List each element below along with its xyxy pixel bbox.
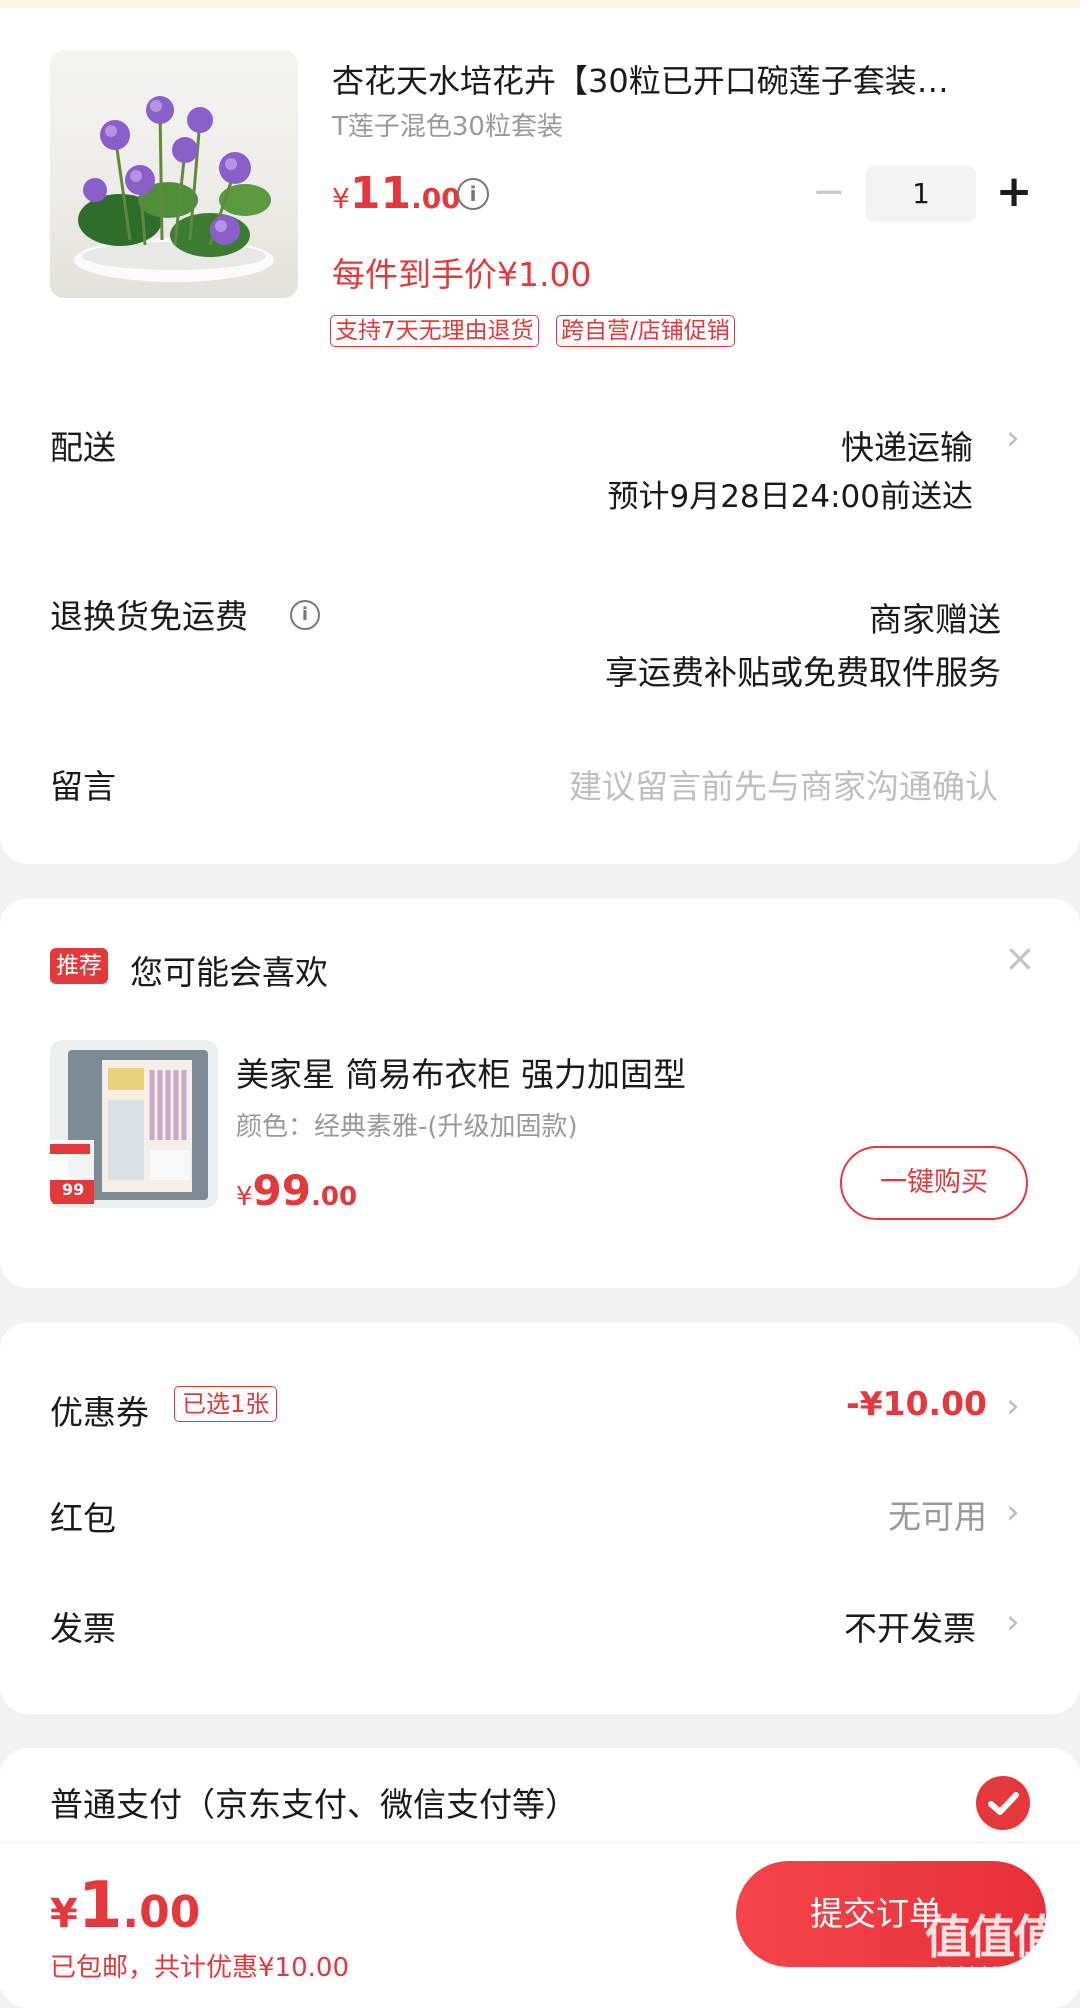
tag-promotion: 跨自营/店铺促销 (556, 315, 735, 347)
invoice-label: 发票 (50, 1609, 116, 1648)
tag-7day-return: 支持7天无理由退货 (330, 315, 539, 347)
recommend-thumbnail[interactable]: 99 (50, 1040, 218, 1208)
payment-method-label[interactable]: 普通支付（京东支付、微信支付等） (50, 1778, 578, 1826)
recommend-title: 您可能会喜欢 (130, 953, 328, 992)
product-price: ¥11.00 (332, 168, 461, 219)
recommend-item-spec: 颜色：经典素雅-(升级加固款) (236, 1112, 578, 1142)
return-info-icon[interactable]: i (290, 600, 320, 630)
rec-price-dec: .00 (311, 1182, 358, 1212)
rec-price-int: 99 (252, 1166, 311, 1215)
coupon-value[interactable]: -¥10.00 (846, 1384, 987, 1423)
redpacket-value[interactable]: 无可用 (888, 1490, 987, 1538)
redpacket-label: 红包 (50, 1499, 116, 1538)
total-symbol: ¥ (50, 1891, 78, 1937)
final-price: 每件到手价¥1.00 (332, 255, 592, 294)
recommend-badge: 推荐 (50, 948, 108, 984)
message-input[interactable]: 建议留言前先与商家沟通确认 (569, 760, 998, 808)
recommend-card: 推荐 您可能会喜欢 × 99 美家星 简易布衣柜 强力加固型 颜色：经典素雅-(… (0, 898, 1080, 1288)
total-summary: 已包邮，共计优惠¥10.00 (50, 1947, 349, 1984)
recommend-item-title[interactable]: 美家星 简易布衣柜 强力加固型 (236, 1048, 686, 1096)
free-shipping-note: 已包邮 (50, 1953, 129, 1983)
product-thumbnail[interactable] (50, 50, 298, 298)
bottom-bar: ¥1.00 已包邮，共计优惠¥10.00 提交订单 值值值 zhizhizhi.… (0, 1842, 1080, 1991)
watermark-url: zhizhizhi.com (928, 1963, 1037, 1982)
redpacket-chevron-icon[interactable]: › (1006, 1492, 1020, 1532)
total-int: 1 (77, 1869, 123, 1943)
coupon-label: 优惠券 (50, 1393, 149, 1432)
recommend-price: ¥99.00 (236, 1166, 357, 1215)
return-shipping-label: 退换货免运费 (50, 597, 248, 636)
price-int: 11 (349, 168, 412, 219)
price-symbol: ¥ (332, 182, 350, 215)
saving-note: ，共计优惠¥10.00 (128, 1953, 349, 1983)
total-dec: .00 (122, 1887, 201, 1938)
delivery-chevron-icon[interactable]: › (1006, 418, 1020, 458)
discounts-card: 优惠券 已选1张 -¥10.00 › 红包 无可用 › 发票 不开发票 › (0, 1322, 1080, 1714)
payment-selected-check-icon[interactable] (976, 1776, 1030, 1830)
quantity-input[interactable]: 1 (866, 166, 976, 222)
invoice-chevron-icon[interactable]: › (1006, 1602, 1020, 1642)
delivery-eta: 预计9月28日24:00前送达 (607, 479, 973, 515)
product-title[interactable]: 杏花天水培花卉【30粒已开口碗莲子套装… (332, 56, 1032, 102)
delivery-label: 配送 (50, 428, 116, 467)
price-info-icon[interactable]: i (457, 178, 489, 210)
return-shipping-value: 商家赠送 (869, 600, 1001, 639)
rec-price-symbol: ¥ (236, 1182, 253, 1212)
lotus-plant-image (74, 96, 274, 282)
return-shipping-desc: 享运费补贴或免费取件服务 (605, 653, 1001, 692)
watermark-logo: 值值值 (925, 1910, 1059, 1964)
quantity-minus-button[interactable]: − (812, 172, 846, 214)
top-strip (0, 0, 1080, 8)
order-item-card: 杏花天水培花卉【30粒已开口碗莲子套装… T莲子混色30粒套装 ¥11.00 i… (0, 8, 1080, 864)
total-price: ¥1.00 (50, 1869, 200, 1943)
thumbnail-price-badge: 99 (62, 1180, 85, 1199)
quantity-plus-button[interactable]: + (994, 168, 1034, 218)
close-icon[interactable]: × (1004, 936, 1036, 980)
product-spec[interactable]: T莲子混色30粒套装 (332, 106, 563, 143)
one-click-buy-button[interactable]: 一键购买 (840, 1146, 1028, 1220)
price-dec: .00 (411, 182, 461, 215)
invoice-value[interactable]: 不开发票 (844, 1602, 976, 1650)
coupon-chevron-icon[interactable]: › (1006, 1386, 1020, 1426)
coupon-selected-tag: 已选1张 (174, 1386, 278, 1422)
message-label: 留言 (50, 767, 116, 806)
delivery-method[interactable]: 快递运输 (841, 421, 973, 469)
